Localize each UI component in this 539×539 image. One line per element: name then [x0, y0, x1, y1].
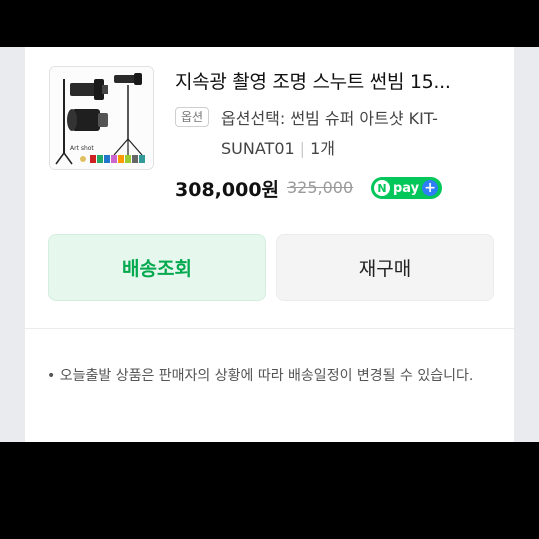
- order-card: Art shot 지속광 촬영 조명 스누트 썬빔 15... 옵션 옵션선택:…: [25, 47, 514, 442]
- notice-text: 오늘출발 상품은 판매자의 상황에 따라 배송일정이 변경될 수 있습니다.: [59, 368, 474, 384]
- pay-label: pay: [393, 180, 420, 196]
- product-title[interactable]: 지속광 촬영 조명 스누트 썬빔 15...: [175, 67, 495, 94]
- plus-icon: +: [422, 180, 439, 196]
- original-price: 325,000: [287, 178, 354, 197]
- naver-pay-badge: N pay +: [371, 177, 443, 199]
- thumb-tag: Art shot: [70, 145, 94, 152]
- section-divider: [25, 328, 514, 329]
- notice-bullet: •: [47, 368, 56, 384]
- order-screen: Art shot 지속광 촬영 조명 스누트 썬빔 15... 옵션 옵션선택:…: [0, 47, 539, 442]
- track-delivery-button[interactable]: 배송조회: [48, 234, 266, 301]
- quantity-text: 1개: [310, 139, 335, 158]
- rebuy-button[interactable]: 재구매: [276, 234, 494, 301]
- option-info: 옵션선택: 썬빔 슈퍼 아트샷 KIT-SUNAT01 | 1개: [221, 104, 501, 164]
- sale-price: 308,000원: [175, 179, 280, 201]
- lighting-kit-image: [50, 67, 153, 169]
- naver-n-icon: N: [374, 180, 390, 196]
- option-divider: |: [299, 139, 306, 158]
- option-badge: 옵션: [175, 107, 210, 127]
- shipping-notice: • 오늘출발 상품은 판매자의 상황에 따라 배송일정이 변경될 수 있습니다.: [47, 363, 511, 390]
- product-thumbnail[interactable]: Art shot: [49, 66, 154, 170]
